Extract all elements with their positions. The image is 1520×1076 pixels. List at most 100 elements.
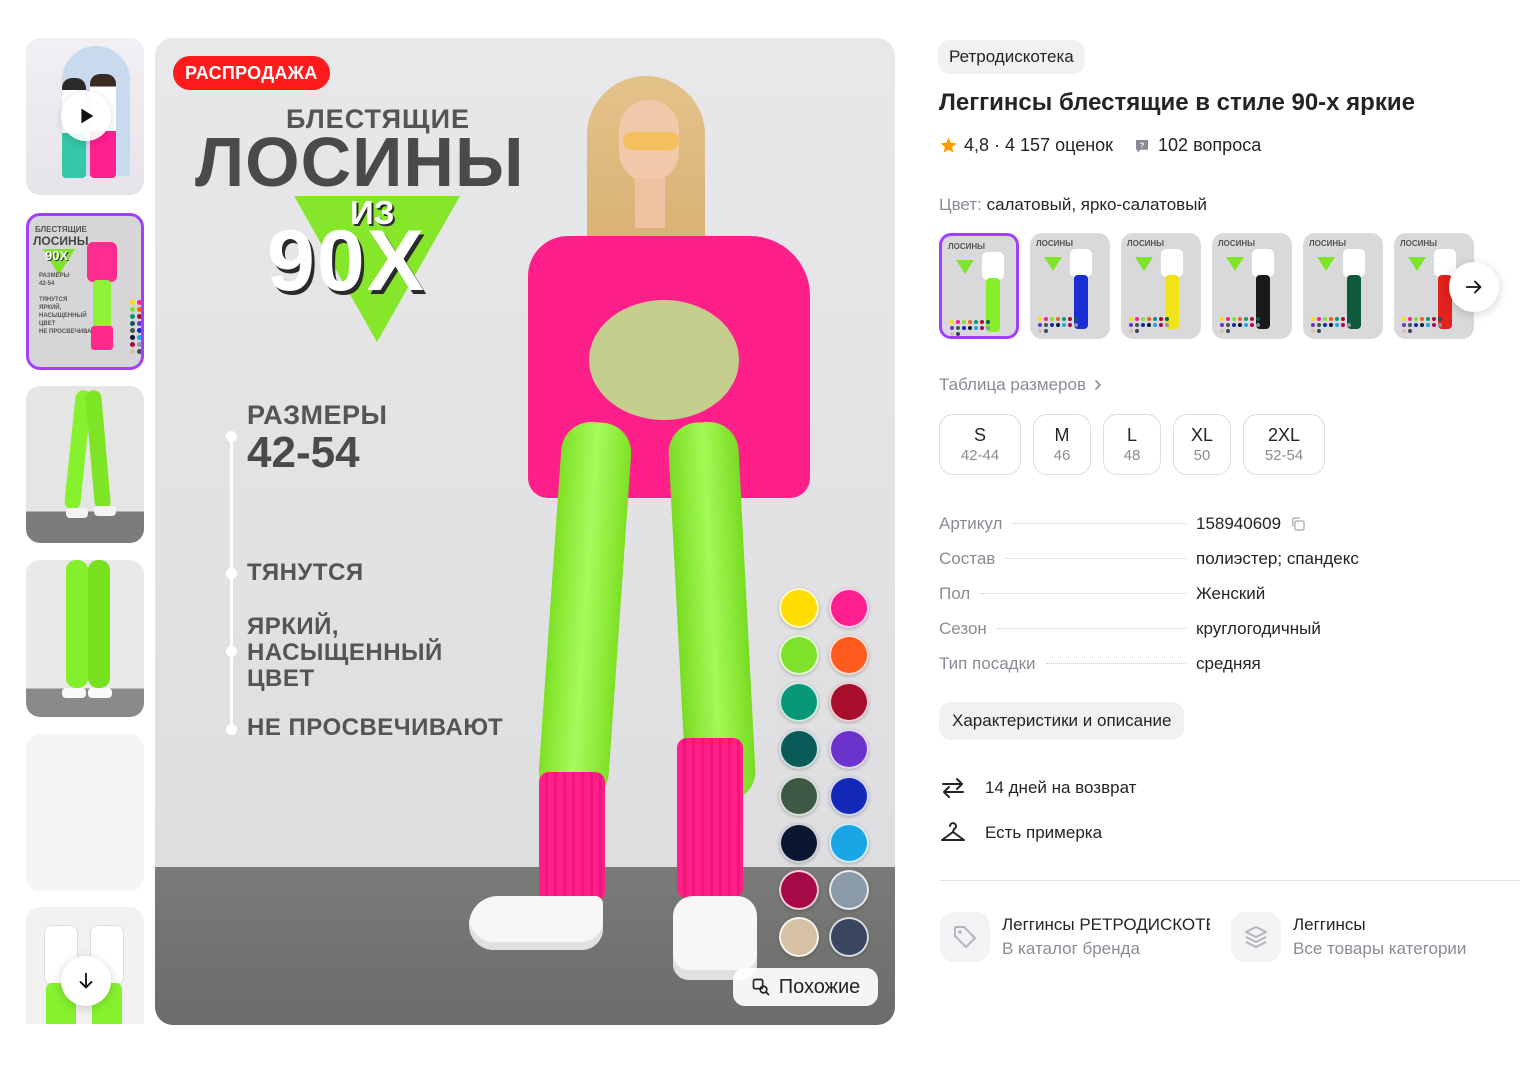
model-photo [469,896,603,950]
color-dot [1129,317,1133,321]
variant-color-dots [950,320,990,336]
size-button[interactable]: 2XL 52-54 [1243,414,1325,475]
variant-photo [1161,249,1183,277]
color-dot [1311,329,1315,333]
variant-photo [1252,249,1274,277]
color-variant[interactable]: ЛОСИНЫ [1121,233,1201,339]
color-swatch [779,870,819,910]
color-swatch [779,635,819,675]
spec-key: Состав [939,549,996,568]
color-swatch [829,729,869,769]
color-swatch [779,729,819,769]
color-dot [1129,323,1133,327]
model-photo [635,178,665,228]
size-table-link[interactable]: Таблица размеров [939,375,1104,395]
color-variant[interactable]: ЛОСИНЫ [1303,233,1383,339]
brand-chip[interactable]: Ретродискотека [938,40,1085,74]
return-policy: 14 дней на возврат [939,774,1136,802]
color-dot [1250,323,1254,327]
thumbnail-photo [66,560,88,688]
color-swatch [779,588,819,628]
color-dot [137,335,141,340]
color-dot [1044,317,1048,321]
color-value: салатовый, ярко-салатовый [986,195,1207,214]
size-ru: 50 [1193,446,1211,464]
variant-text: ЛОСИНЫ [1400,239,1437,248]
color-row: Цвет: салатовый, ярко-салатовый [939,195,1207,215]
arrow-down-icon[interactable] [61,956,111,1006]
similar-button[interactable]: Похожие [733,968,878,1006]
thumbnail-legs-back[interactable] [26,560,144,717]
color-dot [1438,323,1442,327]
questions-link[interactable]: 102 вопроса [1158,135,1261,156]
color-dot [1044,323,1048,327]
color-dot [1220,317,1224,321]
thumbnail-text: БЛЕСТЯЩИЕ [35,225,87,234]
color-variant-selected[interactable]: ЛОСИНЫ [939,233,1019,339]
color-swatch [779,776,819,816]
color-variant[interactable]: ЛОСИНЫ [1030,233,1110,339]
color-dot [1244,323,1248,327]
color-dot [1153,317,1157,321]
spec-value: 158940609 [1196,514,1379,534]
size-button[interactable]: S 42-44 [939,414,1021,475]
color-dot [137,314,141,319]
thumbnail-color-dots [130,300,141,354]
thumbnail-video[interactable] [26,38,144,195]
color-dot [1165,323,1169,327]
spec-key: Пол [939,584,971,603]
color-dot [137,349,141,354]
color-dot [950,326,954,330]
size-selector: S 42-44 M 46 L 48 XL 50 2XL 52-54 [939,414,1325,475]
color-dot [137,342,141,347]
color-swatch [779,682,819,722]
color-variants: ЛОСИНЫ ЛОСИНЫ ЛОСИНЫ ЛОСИНЫ ЛОСИНЫ ЛОСИНЫ [939,233,1479,341]
spec-value: полиэстер; спандекс [1196,549,1359,568]
color-dot [1335,323,1339,327]
color-dot [1226,317,1230,321]
copy-icon[interactable] [1289,515,1307,533]
spec-row: Пол Женский [939,584,1379,619]
color-dot [1414,317,1418,321]
size-button[interactable]: L 48 [1103,414,1161,475]
arrow-right-icon[interactable] [1449,262,1499,312]
thumbnail-photo [88,560,110,688]
color-dot [1159,317,1163,321]
play-icon[interactable] [61,91,111,141]
chevron-right-icon [1095,380,1102,390]
color-dot [956,332,960,336]
color-dot [1347,323,1351,327]
brand-catalog-link[interactable]: Леггинсы РЕТРОДИСКОТЕКА В каталог бренда [940,912,1212,962]
color-dot [1317,323,1321,327]
size-ru: 46 [1053,446,1071,464]
color-dot [1408,317,1412,321]
color-dot [1062,323,1066,327]
thumbnail-loading[interactable] [26,734,144,891]
color-dot [130,307,135,312]
color-swatch [829,635,869,675]
color-dot [1426,323,1430,327]
spec-key: Сезон [939,619,987,638]
characteristics-button[interactable]: Характеристики и описание [939,702,1185,740]
thumbnail-promo-selected[interactable]: БЛЕСТЯЩИЕ ЛОСИНЫ 90Х РАЗМЕРЫ 42-54 ТЯНУТ… [26,213,144,370]
promo-color-swatches [779,588,875,957]
color-dot [130,321,135,326]
spec-leader [1045,663,1186,664]
category-link-title: Леггинсы [1293,915,1366,934]
color-dot [1432,317,1436,321]
color-dot [130,314,135,319]
thumbnail-legs-front[interactable] [26,386,144,543]
main-product-image[interactable]: РАСПРОДАЖА БЛЕСТЯЩИЕ ЛОСИНЫ ИЗ 90Х РАЗМЕ… [155,38,895,1025]
color-variant[interactable]: ЛОСИНЫ [1212,233,1292,339]
color-dot [1056,317,1060,321]
color-label: Цвет: [939,195,982,214]
category-link[interactable]: Леггинсы Все товары категории [1231,912,1466,962]
size-button[interactable]: XL 50 [1173,414,1231,475]
size-button[interactable]: M 46 [1033,414,1091,475]
color-dot [1341,317,1345,321]
variant-triangle [1044,257,1062,271]
reviews-link[interactable]: 4 157 оценок [1005,135,1113,156]
thumbnail-photo [84,389,112,511]
color-swatch [779,917,819,957]
thumbnail-list: БЛЕСТЯЩИЕ ЛОСИНЫ 90Х РАЗМЕРЫ 42-54 ТЯНУТ… [26,38,145,1024]
